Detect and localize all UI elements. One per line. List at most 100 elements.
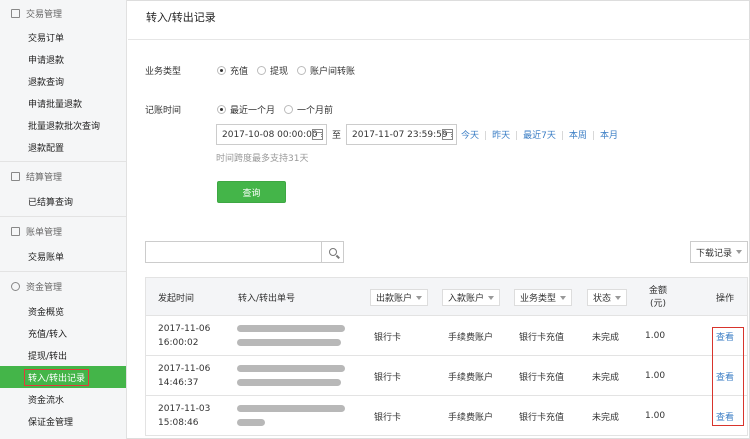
radio-dot xyxy=(217,105,226,114)
quick-last-7-days[interactable]: 最近7天 xyxy=(523,131,556,141)
cell-status: 未完成 xyxy=(592,372,620,383)
chevron-down-icon xyxy=(736,250,742,254)
radio-month-ago[interactable]: 一个月前 xyxy=(284,103,333,116)
divider: | xyxy=(515,131,519,141)
sidebar-item-withdraw[interactable]: 提现/转出 xyxy=(0,344,126,366)
sidebar-item-fund-overview[interactable]: 资金概览 xyxy=(0,300,126,322)
biz-type-label: 业务类型 xyxy=(145,67,182,77)
search-box xyxy=(145,241,344,263)
divider: | xyxy=(591,131,595,141)
query-button[interactable]: 查询 xyxy=(217,181,286,203)
cell-status: 未完成 xyxy=(592,332,620,343)
search-input[interactable] xyxy=(146,242,321,262)
col-op: 操作 xyxy=(716,294,735,304)
col-time: 发起时间 xyxy=(158,294,195,304)
cell-time: 2017-11-06 14:46:37 xyxy=(158,364,211,388)
table-row: 2017-11-06 16:00:02 银行卡 手续费账户 银行卡充值 未完成 1… xyxy=(145,316,748,356)
cell-biz-type: 银行卡充值 xyxy=(519,412,565,423)
cell-out-account: 银行卡 xyxy=(374,412,402,423)
time-range-row: 记账时间 最近一个月 一个月前 xyxy=(145,103,342,116)
sidebar-item-batch-refund-query[interactable]: 批量退款批次查询 xyxy=(0,114,126,136)
search-icon xyxy=(328,248,337,256)
radio-recharge[interactable]: 充值 xyxy=(217,64,248,77)
sidebar-item-recharge[interactable]: 充值/转入 xyxy=(0,322,126,344)
sidebar-item-batch-refund[interactable]: 申请批量退款 xyxy=(0,92,126,114)
cell-amount: 1.00 xyxy=(645,411,666,421)
col-amount: 金额 (元) xyxy=(649,285,668,309)
divider: | xyxy=(484,131,488,141)
chevron-down-icon xyxy=(615,295,622,300)
cell-in-account: 手续费账户 xyxy=(448,372,494,383)
col-order-no: 转入/转出单号 xyxy=(238,294,296,304)
highlight-box xyxy=(712,327,744,426)
cell-status: 未完成 xyxy=(592,412,620,423)
sidebar-group-title: 账单管理 xyxy=(0,217,126,245)
page-title: 转入/转出记录 xyxy=(128,0,750,40)
calendar-icon[interactable] xyxy=(312,129,323,140)
sidebar-item-settled-query[interactable]: 已结算查询 xyxy=(0,190,126,212)
radio-dot xyxy=(297,66,307,75)
col-out-account[interactable]: 出款账户 xyxy=(370,278,429,317)
start-date-input[interactable]: 2017-10-08 00:00:00 xyxy=(216,124,327,145)
radio-account-transfer[interactable]: 账户间转账 xyxy=(297,64,355,77)
main-content: 转入/转出记录 业务类型 充值 提现 账户间转账 记账时间 最近一个月 一个月前… xyxy=(128,0,750,439)
cell-amount: 1.00 xyxy=(645,331,666,341)
records-table: 发起时间 转入/转出单号 出款账户 入款账户 业务类型 状态 金额 (元) 操作… xyxy=(145,277,748,436)
masked-order-no xyxy=(237,405,345,412)
sidebar: 交易管理 交易订单 申请退款 退款查询 申请批量退款 批量退款批次查询 退款配置… xyxy=(0,0,127,439)
sidebar-group-title: 结算管理 xyxy=(0,162,126,190)
masked-order-no xyxy=(237,379,341,386)
cell-out-account: 银行卡 xyxy=(374,332,402,343)
quick-yesterday[interactable]: 昨天 xyxy=(492,131,510,141)
cell-out-account: 银行卡 xyxy=(374,372,402,383)
sidebar-item-refund-config[interactable]: 退款配置 xyxy=(0,136,126,158)
time-label: 记账时间 xyxy=(145,106,182,116)
quick-this-week[interactable]: 本周 xyxy=(569,131,587,141)
sidebar-item-transfer-records[interactable]: 转入/转出记录 xyxy=(0,366,126,388)
sidebar-item-deposit[interactable]: 保证金管理 xyxy=(0,410,126,432)
sidebar-item-trade-orders[interactable]: 交易订单 xyxy=(0,26,126,48)
time-span-hint: 时间跨度最多支持31天 xyxy=(216,154,309,164)
radio-last-month[interactable]: 最近一个月 xyxy=(217,103,275,116)
quick-ranges: 今天 | 昨天 | 最近7天 | 本周 | 本月 xyxy=(461,128,618,141)
coin-bag-icon xyxy=(11,281,20,291)
sidebar-item-refund-query[interactable]: 退款查询 xyxy=(0,70,126,92)
sidebar-item-fund-flow[interactable]: 资金流水 xyxy=(0,388,126,410)
cell-time: 2017-11-06 16:00:02 xyxy=(158,324,211,348)
download-records-dropdown[interactable]: 下载记录 xyxy=(690,241,748,263)
col-biz-type[interactable]: 业务类型 xyxy=(514,278,573,317)
sidebar-group-title: 资金管理 xyxy=(0,272,126,300)
trade-icon xyxy=(11,8,20,18)
masked-order-no xyxy=(237,339,341,346)
col-in-account[interactable]: 入款账户 xyxy=(442,278,501,317)
masked-order-no xyxy=(237,419,265,426)
table-header: 发起时间 转入/转出单号 出款账户 入款账户 业务类型 状态 金额 (元) 操作 xyxy=(145,277,748,316)
col-status[interactable]: 状态 xyxy=(587,278,628,317)
sidebar-group-bill: 账单管理 交易账单 xyxy=(0,217,126,272)
table-row: 2017-11-06 14:46:37 银行卡 手续费账户 银行卡充值 未完成 1… xyxy=(145,356,748,396)
sidebar-group-funds: 资金管理 资金概览 充值/转入 提现/转出 转入/转出记录 资金流水 保证金管理 xyxy=(0,272,126,432)
chevron-down-icon xyxy=(560,295,567,300)
sidebar-group-trade: 交易管理 交易订单 申请退款 退款查询 申请批量退款 批量退款批次查询 退款配置 xyxy=(0,0,126,162)
cell-biz-type: 银行卡充值 xyxy=(519,332,565,343)
chevron-down-icon xyxy=(488,295,495,300)
radio-dot xyxy=(257,66,267,75)
radio-dot xyxy=(217,66,226,75)
sidebar-group-settlement: 结算管理 已结算查询 xyxy=(0,162,126,217)
end-date-input[interactable]: 2017-11-07 23:59:59 xyxy=(346,124,458,145)
date-to-label: 至 xyxy=(332,131,342,141)
sidebar-item-trade-bill[interactable]: 交易账单 xyxy=(0,245,126,267)
sidebar-item-apply-refund[interactable]: 申请退款 xyxy=(0,48,126,70)
radio-dot xyxy=(284,105,294,114)
quick-today[interactable]: 今天 xyxy=(461,131,479,141)
cell-biz-type: 银行卡充值 xyxy=(519,372,565,383)
chevron-down-icon xyxy=(416,295,423,300)
divider: | xyxy=(560,131,564,141)
search-button[interactable] xyxy=(321,242,343,262)
date-range: 2017-10-08 00:00:00 至 2017-11-07 23:59:5… xyxy=(216,124,618,145)
masked-order-no xyxy=(237,325,345,332)
quick-this-month[interactable]: 本月 xyxy=(600,131,618,141)
calendar-icon[interactable] xyxy=(442,129,454,140)
radio-withdraw[interactable]: 提现 xyxy=(257,64,288,77)
biz-type-row: 业务类型 充值 提现 账户间转账 xyxy=(145,64,364,77)
